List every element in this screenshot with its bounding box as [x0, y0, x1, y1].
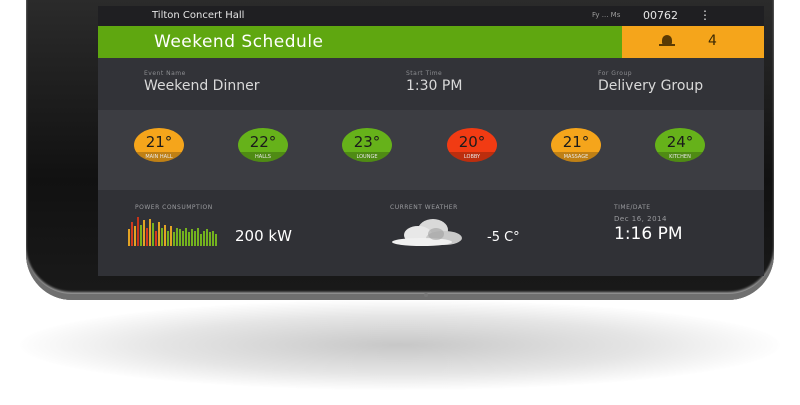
bell-icon	[659, 35, 675, 46]
power-bar	[167, 231, 169, 246]
power-bar	[143, 220, 145, 246]
event-time: 1:30 PM	[406, 78, 463, 94]
event-group-label: For Group	[598, 70, 633, 77]
room-temperature: 24°	[666, 133, 694, 151]
event-group-block[interactable]: For Group Delivery Group	[598, 70, 703, 94]
power-bar	[200, 234, 202, 246]
power-bar	[182, 231, 184, 246]
room-temperature: 21°	[145, 133, 173, 151]
floor-shadow	[20, 300, 780, 390]
power-bar	[152, 223, 154, 246]
power-bar	[131, 222, 133, 246]
dashboard-screen: Tilton Concert Hall Fy ... Ms 00762 ⋮ We…	[98, 6, 764, 276]
power-bar	[215, 234, 217, 246]
power-consumption-chart[interactable]	[128, 216, 218, 246]
power-bar	[188, 232, 190, 246]
alert-count: 4	[708, 33, 717, 49]
venue-name: Tilton Concert Hall	[152, 10, 245, 21]
power-bar	[161, 228, 163, 246]
power-bar	[197, 228, 199, 246]
event-info-row: Event Name Weekend Dinner Start Time 1:3…	[98, 58, 764, 110]
event-time-label: Start Time	[406, 70, 443, 77]
room-temperature: 22°	[249, 133, 277, 151]
current-time: 1:16 PM	[614, 224, 683, 244]
room-tile[interactable]: 21° MASSAGE	[551, 128, 601, 162]
room-temperature: 20°	[458, 133, 486, 151]
room-name: MASSAGE	[551, 152, 601, 162]
power-bar	[134, 226, 136, 246]
user-label[interactable]: Fy ... Ms	[592, 11, 620, 19]
event-name-block[interactable]: Event Name Weekend Dinner	[144, 70, 259, 94]
event-group: Delivery Group	[598, 78, 704, 94]
power-bar	[140, 225, 142, 246]
power-bar	[149, 219, 151, 246]
power-bar	[176, 228, 178, 246]
room-name: KITCHEN	[655, 152, 705, 162]
power-bar	[137, 217, 139, 246]
power-value: 200 kW	[235, 227, 292, 245]
room-name: LOBBY	[447, 152, 497, 162]
datetime-label: TIME/DATE	[614, 204, 651, 211]
room-name: MAIN HALL	[134, 152, 184, 162]
alerts-button[interactable]: 4	[622, 26, 764, 58]
power-bar	[203, 231, 205, 246]
room-tile[interactable]: 21° MAIN HALL	[134, 128, 184, 162]
power-bar	[170, 226, 172, 246]
status-bar: Tilton Concert Hall Fy ... Ms 00762 ⋮	[98, 6, 764, 26]
power-bar	[206, 229, 208, 246]
power-bar	[146, 228, 148, 246]
room-name: HALLS	[238, 152, 288, 162]
event-time-block[interactable]: Start Time 1:30 PM	[406, 70, 462, 94]
metrics-row: POWER CONSUMPTION 200 kW CURRENT WEATHER…	[98, 190, 764, 276]
power-bar	[185, 228, 187, 246]
room-temperatures-row: 21° MAIN HALL 22° HALLS 23° LOUNGE 20° L…	[98, 110, 764, 190]
page-title: Weekend Schedule	[154, 32, 324, 52]
cloud-icon	[392, 219, 462, 246]
power-label: POWER CONSUMPTION	[135, 204, 213, 211]
power-bar	[212, 231, 214, 246]
vertical-dots-icon[interactable]: ⋮	[699, 8, 711, 22]
room-tile[interactable]: 23° LOUNGE	[342, 128, 392, 162]
event-name: Weekend Dinner	[144, 78, 260, 94]
power-bar	[194, 231, 196, 246]
power-bar	[158, 222, 160, 246]
room-temperature: 23°	[353, 133, 381, 151]
tablet-sensor-dot	[424, 293, 428, 297]
room-temperature: 21°	[562, 133, 590, 151]
weather-value: -5 C°	[487, 230, 520, 245]
room-tile[interactable]: 22° HALLS	[238, 128, 288, 162]
tablet-device: Tilton Concert Hall Fy ... Ms 00762 ⋮ We…	[26, 0, 774, 300]
power-bar	[173, 232, 175, 246]
power-bar	[128, 229, 130, 246]
power-bar	[179, 229, 181, 246]
weather-label: CURRENT WEATHER	[390, 204, 458, 211]
room-name: LOUNGE	[342, 152, 392, 162]
room-tile[interactable]: 20° LOBBY	[447, 128, 497, 162]
room-tile[interactable]: 24° KITCHEN	[655, 128, 705, 162]
schedule-header[interactable]: Weekend Schedule	[98, 26, 622, 58]
power-bar	[191, 229, 193, 246]
code-display: 00762	[643, 9, 678, 22]
power-bar	[164, 225, 166, 246]
event-name-label: Event Name	[144, 70, 186, 77]
current-date: Dec 16, 2014	[614, 215, 667, 223]
power-bar	[209, 232, 211, 246]
power-bar	[155, 231, 157, 246]
